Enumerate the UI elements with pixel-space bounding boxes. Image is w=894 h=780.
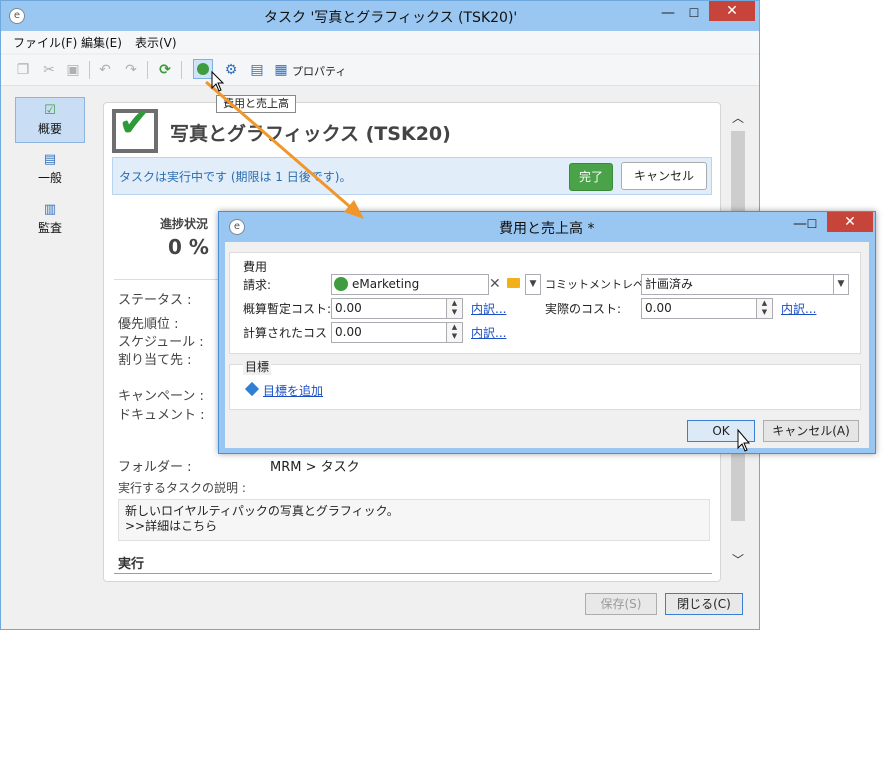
annotation-overlay xyxy=(205,70,751,452)
mouse-cursor-icon xyxy=(737,428,751,452)
annotation-arrow xyxy=(205,80,357,214)
